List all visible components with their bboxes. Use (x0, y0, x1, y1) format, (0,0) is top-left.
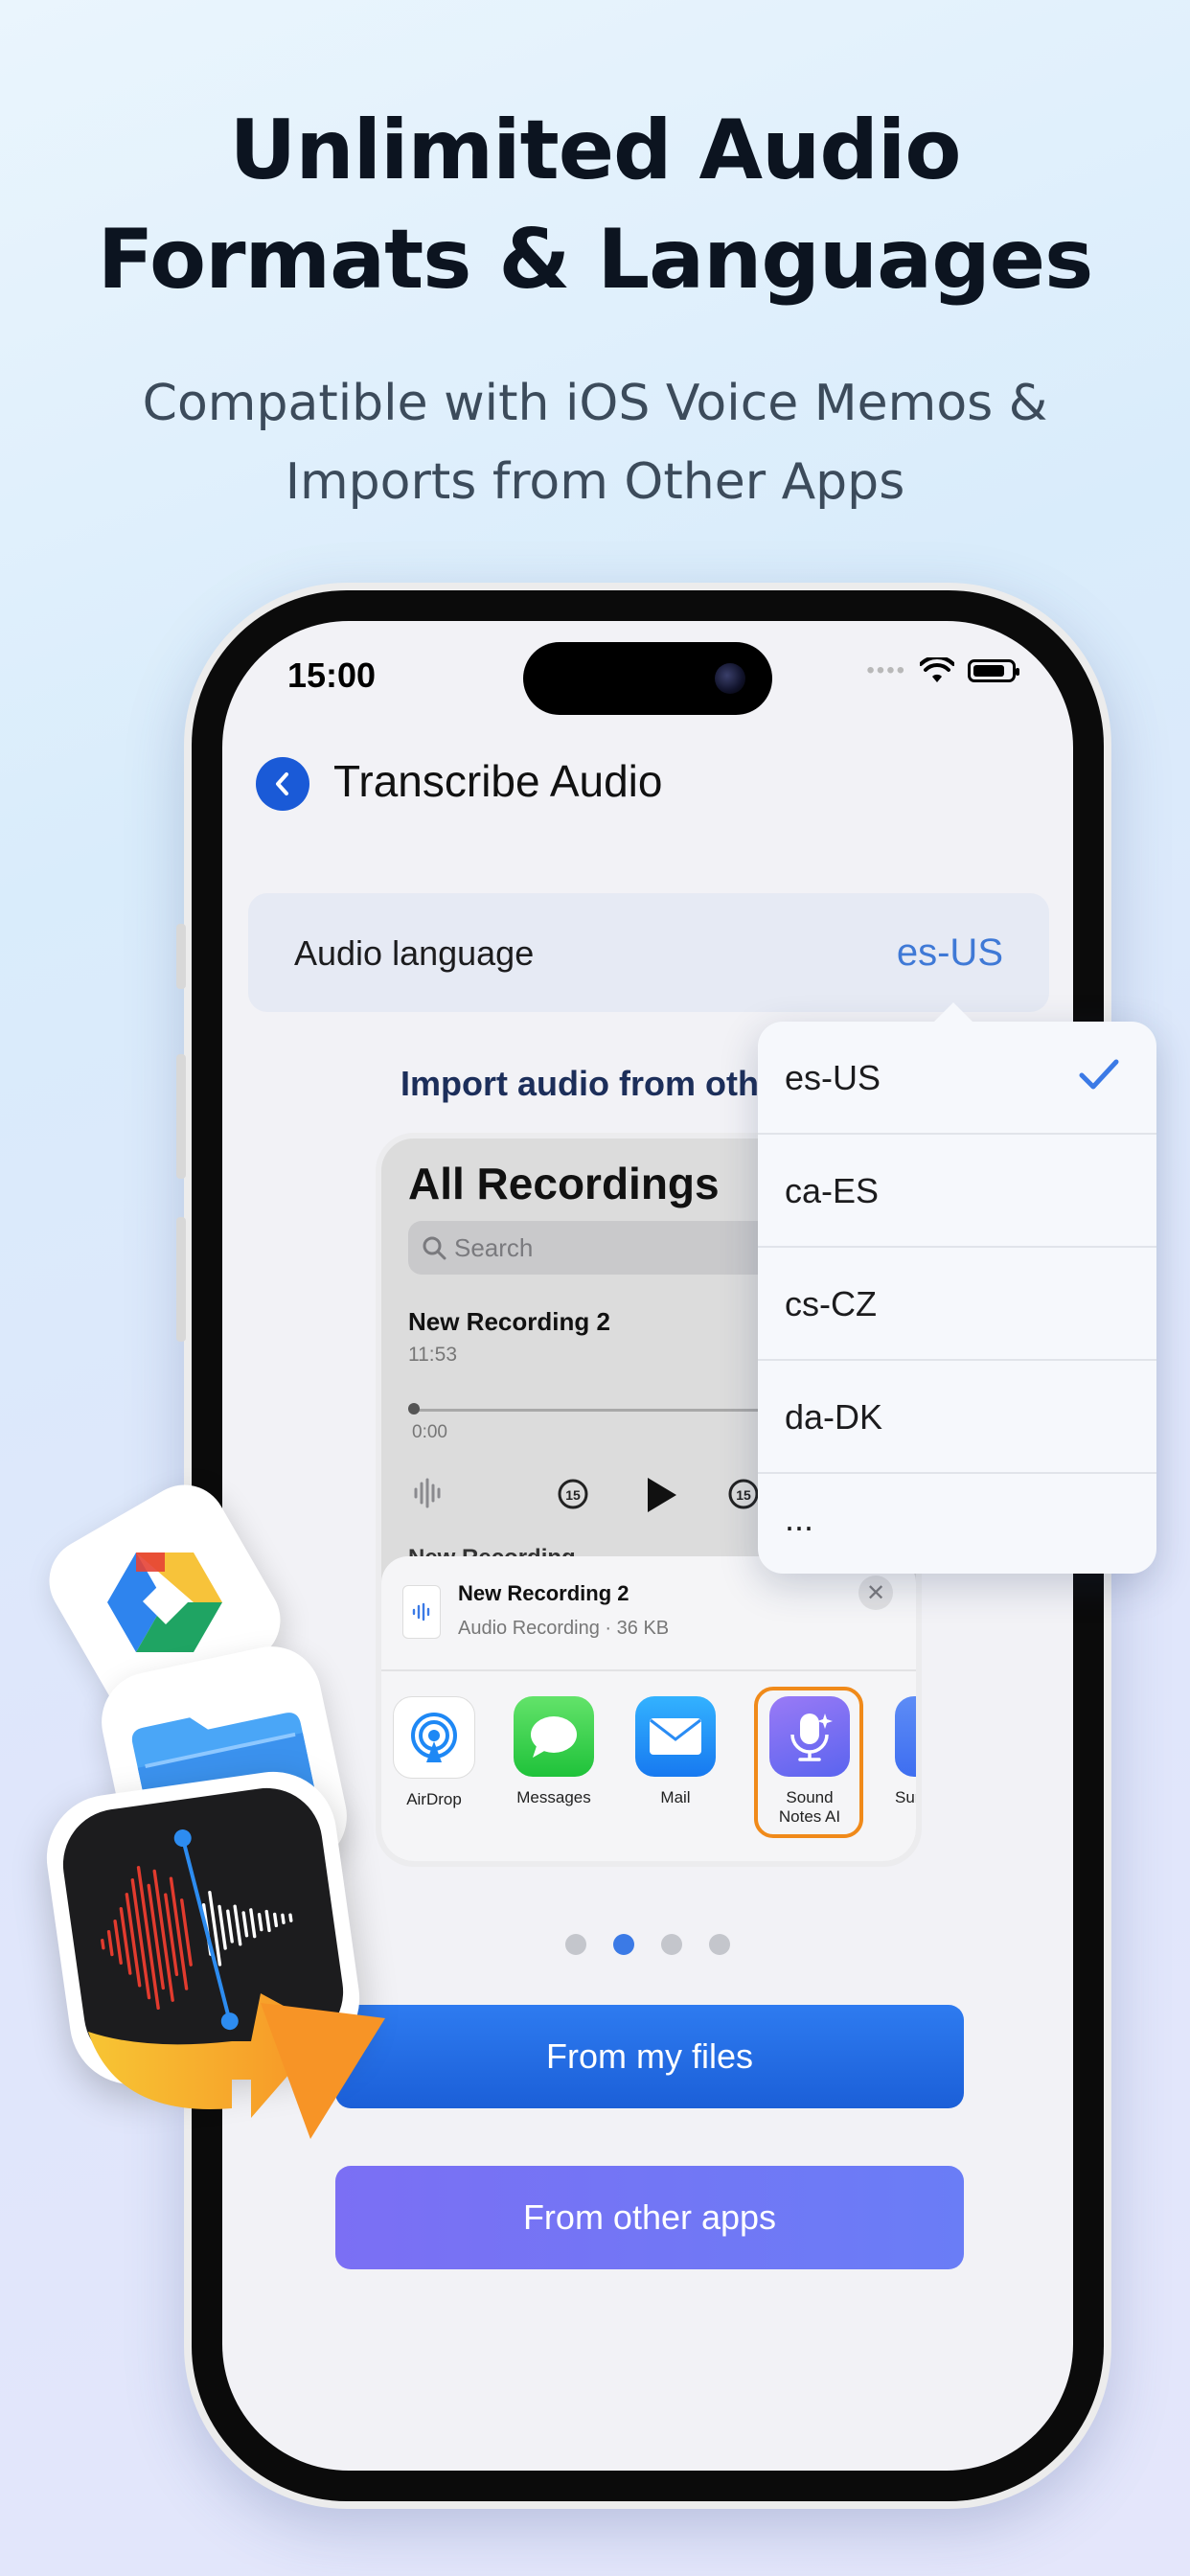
mock-progress-knob (408, 1403, 420, 1414)
share-app-mail[interactable]: Mail (623, 1696, 728, 1807)
skip-back-icon: 15 (558, 1479, 588, 1509)
page-dot-active[interactable] (613, 1934, 634, 1955)
page-dot[interactable] (709, 1934, 730, 1955)
share-app-label: Mail (660, 1788, 691, 1806)
audio-file-icon (402, 1585, 441, 1639)
svg-text:15: 15 (736, 1487, 751, 1503)
language-option-label: es-US (785, 1058, 881, 1097)
close-icon[interactable]: ✕ (858, 1576, 893, 1610)
share-app-label: AirDrop (406, 1790, 462, 1808)
page-dot[interactable] (661, 1934, 682, 1955)
language-option-label: cs-CZ (785, 1284, 877, 1323)
audio-language-label: Audio language (294, 933, 535, 973)
share-divider (381, 1669, 916, 1671)
language-dropdown: es-US ca-ES cs-CZ da-DK ... (758, 1002, 1156, 1574)
language-option[interactable]: ca-ES (758, 1135, 1156, 1248)
language-option[interactable]: es-US (758, 1022, 1156, 1135)
mock-recording-time: 11:53 (408, 1344, 457, 1366)
page-title: Transcribe Audio (333, 756, 663, 806)
status-time: 15:00 (287, 656, 377, 695)
svg-text:15: 15 (565, 1487, 581, 1503)
import-arrow-icon (88, 1993, 385, 2139)
phone-silent-switch (176, 924, 186, 989)
phone-volume-up (176, 1054, 186, 1179)
airdrop-icon (393, 1696, 475, 1779)
more-languages-option[interactable]: ... (758, 1474, 1156, 1574)
subheadline-line-2: Imports from Other Apps (285, 453, 905, 511)
language-option-label: da-DK (785, 1397, 883, 1437)
share-app-messages[interactable]: Messages (501, 1696, 606, 1807)
headline-line-1: Unlimited Audio (229, 103, 962, 198)
language-option[interactable]: da-DK (758, 1361, 1156, 1474)
language-option-label: ca-ES (785, 1171, 880, 1210)
front-camera (715, 663, 745, 694)
page-indicator (565, 1934, 730, 1955)
share-app-label: Messages (516, 1788, 591, 1806)
status-indicators: •••• (866, 657, 1019, 684)
phone-volume-down (176, 1217, 186, 1342)
wifi-icon (920, 657, 954, 682)
audio-language-row[interactable]: Audio language es-US (248, 893, 1049, 1012)
share-app-summary[interactable]: Sum (870, 1696, 916, 1807)
battery-icon (968, 659, 1019, 682)
share-sheet: New Recording 2 Audio Recording · 36 KB … (381, 1556, 916, 1861)
checkmark-icon (1079, 1059, 1119, 1090)
mail-icon (635, 1696, 716, 1777)
language-option[interactable]: cs-CZ (758, 1248, 1156, 1361)
subheadline-line-1: Compatible with iOS Voice Memos & (142, 375, 1048, 432)
sound-notes-highlight (754, 1687, 863, 1838)
share-app-label: Sum (895, 1788, 916, 1806)
audio-language-value[interactable]: es-US (897, 932, 1003, 975)
summary-app-icon (895, 1696, 916, 1777)
dynamic-island (523, 642, 772, 715)
headline: Unlimited Audio Formats & Languages (0, 96, 1190, 314)
chevron-left-icon (276, 772, 288, 795)
mock-progress-time: 0:00 (412, 1422, 447, 1442)
import-section-title: Import audio from oth (400, 1064, 759, 1103)
search-icon (423, 1236, 446, 1260)
play-icon (648, 1478, 676, 1512)
from-my-files-button[interactable]: From my files (335, 2005, 964, 2108)
mock-recordings-title: All Recordings (408, 1159, 720, 1208)
back-button[interactable] (256, 757, 309, 811)
signal-icon: •••• (866, 657, 906, 683)
waveform-icon (414, 1478, 441, 1508)
messages-icon (514, 1696, 594, 1777)
more-languages-label: ... (785, 1499, 814, 1538)
skip-forward-icon: 15 (728, 1479, 759, 1509)
mock-recording-name: New Recording 2 (408, 1307, 610, 1336)
page-dot[interactable] (565, 1934, 586, 1955)
mock-search-placeholder: Search (454, 1232, 534, 1262)
subheadline: Compatible with iOS Voice Memos & Import… (0, 364, 1190, 521)
share-file-name: New Recording 2 (458, 1581, 629, 1605)
from-other-apps-button[interactable]: From other apps (335, 2166, 964, 2269)
share-app-airdrop[interactable]: AirDrop (381, 1696, 487, 1809)
headline-line-2: Formats & Languages (97, 212, 1094, 308)
share-file-meta: Audio Recording · 36 KB (458, 1618, 670, 1639)
